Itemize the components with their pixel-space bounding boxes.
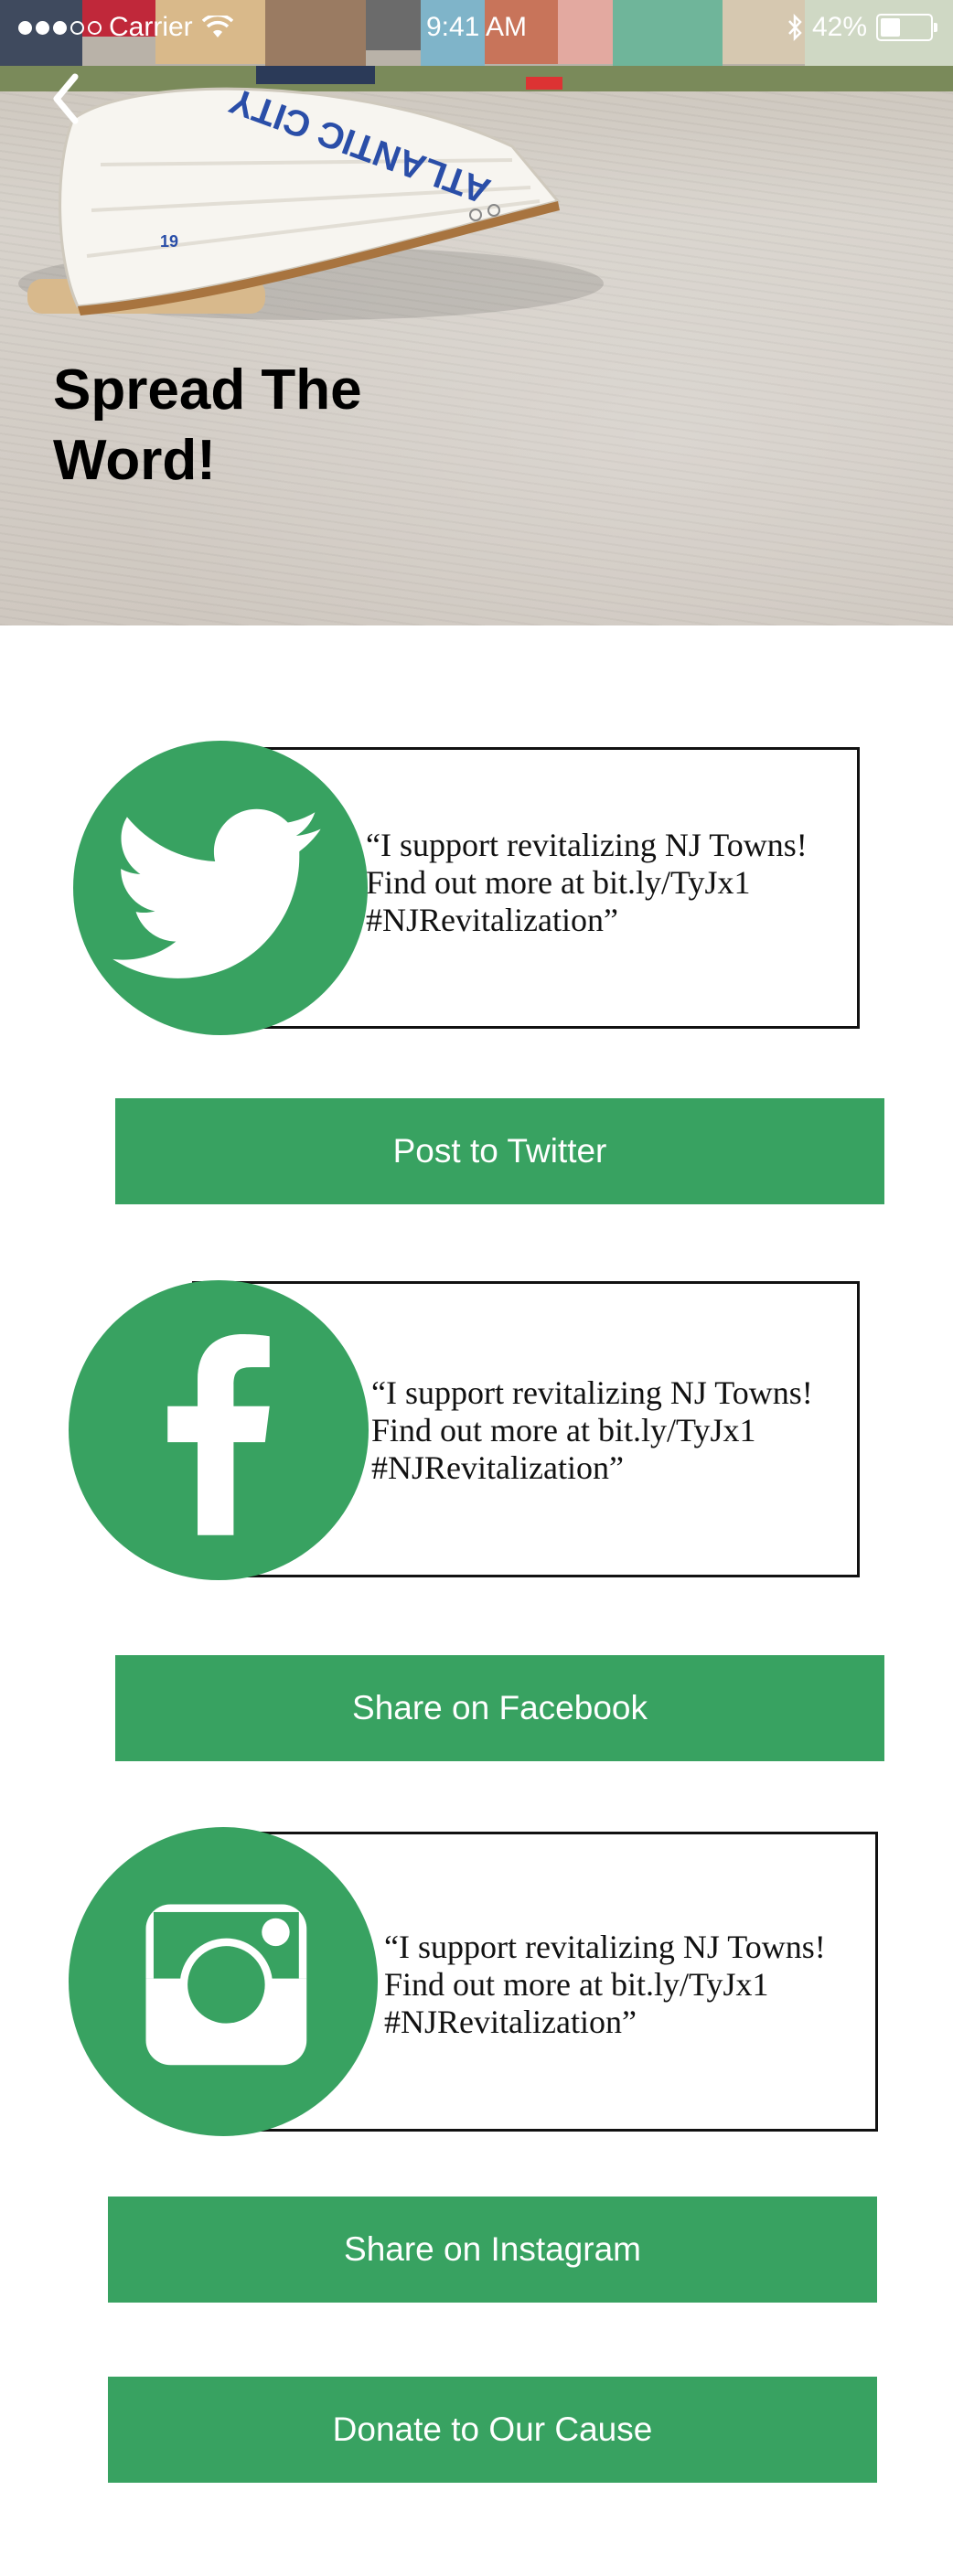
boat-number: 19 xyxy=(160,232,178,251)
donate-button[interactable]: Donate to Our Cause xyxy=(108,2377,877,2483)
facebook-quote: “I support revitalizing NJ Towns! Find o… xyxy=(371,1374,813,1487)
instagram-camera-icon xyxy=(69,1827,378,2136)
share-on-facebook-button[interactable]: Share on Facebook xyxy=(115,1655,884,1761)
status-right: 42% xyxy=(787,12,937,43)
quote-line: #NJRevitalization” xyxy=(371,1449,624,1486)
battery-icon xyxy=(876,14,937,41)
share-on-instagram-button[interactable]: Share on Instagram xyxy=(108,2197,877,2303)
quote-line: #NJRevitalization” xyxy=(366,902,618,938)
facebook-f-icon xyxy=(69,1280,369,1580)
status-bar: Carrier 9:41 AM 42% xyxy=(0,0,953,57)
hero-banner: ATLANTIC CITY 19 Carrier 9:41 AM 42% Spr… xyxy=(0,0,953,625)
back-button[interactable] xyxy=(46,71,91,126)
quote-line: “I support revitalizing NJ Towns! xyxy=(371,1374,813,1411)
quote-line: Find out more at bit.ly/TyJx1 xyxy=(384,1966,769,2003)
twitter-bird-icon xyxy=(73,741,368,1035)
quote-line: “I support revitalizing NJ Towns! xyxy=(384,1929,826,1965)
lifeguard-boat-image: ATLANTIC CITY 19 xyxy=(18,80,604,320)
tweet-quote: “I support revitalizing NJ Towns! Find o… xyxy=(366,827,808,939)
quote-line: #NJRevitalization” xyxy=(384,2004,637,2040)
chevron-left-icon xyxy=(53,73,79,124)
post-to-twitter-button[interactable]: Post to Twitter xyxy=(115,1098,884,1204)
instagram-quote: “I support revitalizing NJ Towns! Find o… xyxy=(384,1929,826,2041)
battery-percent: 42% xyxy=(811,12,867,42)
quote-line: Find out more at bit.ly/TyJx1 xyxy=(371,1412,756,1448)
bluetooth-icon xyxy=(788,14,802,41)
page-title: Spread The Word! xyxy=(53,358,362,492)
quote-line: “I support revitalizing NJ Towns! xyxy=(366,827,808,863)
quote-line: Find out more at bit.ly/TyJx1 xyxy=(366,864,751,901)
